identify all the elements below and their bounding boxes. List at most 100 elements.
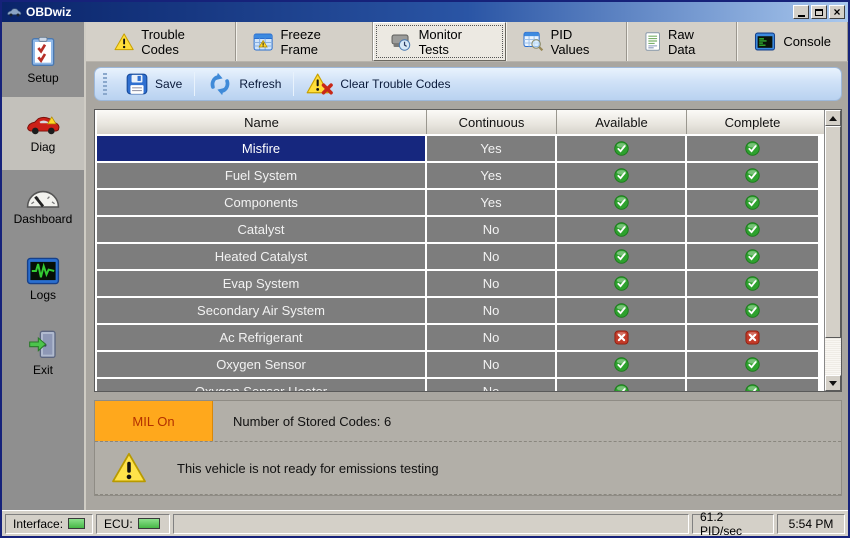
cell-available	[557, 163, 685, 188]
tab-trouble-codes[interactable]: Trouble Codes	[98, 22, 236, 61]
sidebar-item-label: Diag	[31, 140, 56, 154]
cell-name: Evap System	[97, 271, 425, 296]
save-button[interactable]: Save	[113, 70, 194, 98]
sidebar-item-label: Dashboard	[14, 212, 73, 226]
tab-pid-values[interactable]: PID Values	[506, 22, 626, 61]
toolbar: Save Refresh	[94, 67, 842, 101]
toolbar-button-label: Save	[155, 77, 182, 91]
maximize-button[interactable]	[811, 5, 827, 19]
table-row[interactable]: Misfire Yes	[97, 136, 824, 161]
cell-complete	[687, 271, 818, 296]
mil-status-badge: MIL On	[95, 401, 213, 441]
cell-continuous: Yes	[427, 136, 555, 161]
cell-name: Oxygen Sensor	[97, 352, 425, 377]
cell-name: Misfire	[97, 136, 425, 161]
cell-complete	[687, 217, 818, 242]
setup-icon	[28, 36, 58, 68]
tab-raw-data[interactable]: Raw Data	[627, 22, 738, 61]
cell-available	[557, 379, 685, 391]
pass-check-icon	[745, 222, 760, 237]
scrollbar-track[interactable]	[825, 338, 841, 375]
scroll-up-button[interactable]	[825, 110, 841, 126]
stored-codes-text: Number of Stored Codes: 6	[213, 401, 391, 441]
cell-complete	[687, 190, 818, 215]
pass-check-icon	[745, 357, 760, 372]
cell-continuous: Yes	[427, 163, 555, 188]
pass-check-icon	[614, 384, 629, 391]
pass-check-icon	[614, 222, 629, 237]
pass-check-icon	[614, 276, 629, 291]
exit-door-icon	[27, 328, 59, 360]
cell-available	[557, 352, 685, 377]
tabbar: Trouble Codes Freeze Frame	[86, 22, 848, 62]
mil-status-row: MIL On Number of Stored Codes: 6	[95, 401, 841, 442]
cell-available	[557, 244, 685, 269]
sidebar-item-dashboard[interactable]: Dashboard	[2, 170, 84, 243]
sidebar-item-exit[interactable]: Exit	[2, 316, 84, 389]
cell-complete	[687, 136, 818, 161]
cell-name: Secondary Air System	[97, 298, 425, 323]
table-header-row: Name Continuous Available Complete	[97, 110, 824, 134]
freeze-frame-icon	[253, 32, 273, 52]
scrollbar-thumb[interactable]	[825, 126, 841, 338]
table-row[interactable]: Ac Refrigerant No	[97, 325, 824, 350]
refresh-button[interactable]: Refresh	[195, 70, 293, 98]
table-row[interactable]: Fuel System Yes	[97, 163, 824, 188]
cell-available	[557, 190, 685, 215]
table-row[interactable]: Catalyst No	[97, 217, 824, 242]
pid-rate-text: 61.2 PID/sec	[700, 510, 766, 538]
console-icon	[754, 32, 776, 51]
table-row[interactable]: Components Yes	[97, 190, 824, 215]
diag-car-icon	[24, 113, 62, 137]
readiness-warning-row: This vehicle is not ready for emissions …	[95, 442, 841, 495]
pass-check-icon	[614, 141, 629, 156]
toolbar-grip[interactable]	[103, 73, 107, 95]
tab-label: Monitor Tests	[419, 27, 490, 57]
clear-trouble-codes-button[interactable]: Clear Trouble Codes	[294, 70, 462, 98]
table-row[interactable]: Secondary Air System No	[97, 298, 824, 323]
fail-x-icon	[614, 330, 629, 345]
vertical-scrollbar[interactable]	[824, 110, 841, 391]
column-header-available[interactable]: Available	[557, 110, 687, 134]
scroll-down-button[interactable]	[825, 375, 841, 391]
sidebar-item-setup[interactable]: Setup	[2, 24, 84, 97]
cell-available	[557, 136, 685, 161]
clock-text: 5:54 PM	[789, 517, 834, 531]
close-icon: ×	[833, 6, 840, 18]
titlebar: OBDwiz ×	[2, 2, 848, 22]
window-title: OBDwiz	[26, 5, 791, 19]
monitor-tests-icon	[390, 32, 412, 52]
table-row[interactable]: Heated Catalyst No	[97, 244, 824, 269]
fail-x-icon	[745, 330, 760, 345]
cell-continuous: No	[427, 271, 555, 296]
column-header-continuous[interactable]: Continuous	[427, 110, 557, 134]
cell-continuous: No	[427, 217, 555, 242]
minimize-button[interactable]	[793, 5, 809, 19]
interface-label: Interface:	[13, 517, 63, 531]
emissions-status-panel: MIL On Number of Stored Codes: 6 This ve…	[94, 400, 842, 496]
tab-monitor-tests[interactable]: Monitor Tests	[373, 22, 507, 61]
tab-console[interactable]: Console	[737, 22, 848, 61]
table-row[interactable]: Oxygen Sensor No	[97, 352, 824, 377]
cell-name: Heated Catalyst	[97, 244, 425, 269]
table-row[interactable]: Oxygen Sensor Heater No	[97, 379, 824, 391]
tab-freeze-frame[interactable]: Freeze Frame	[236, 22, 372, 61]
column-header-complete[interactable]: Complete	[687, 110, 818, 134]
sidebar-item-logs[interactable]: Logs	[2, 243, 84, 316]
refresh-icon	[207, 71, 233, 97]
minimize-icon	[798, 15, 805, 17]
save-icon	[125, 72, 149, 96]
table-row[interactable]: Evap System No	[97, 271, 824, 296]
maximize-icon	[815, 9, 823, 16]
sidebar-item-diag[interactable]: Diag	[2, 97, 84, 170]
pass-check-icon	[745, 303, 760, 318]
close-button[interactable]: ×	[829, 5, 845, 19]
cell-available	[557, 271, 685, 296]
cell-continuous: No	[427, 379, 555, 391]
pass-check-icon	[614, 303, 629, 318]
tab-label: Trouble Codes	[141, 27, 219, 57]
toolbar-button-label: Clear Trouble Codes	[340, 77, 450, 91]
column-header-name[interactable]: Name	[97, 110, 427, 134]
scroll-up-icon	[829, 116, 837, 121]
pass-check-icon	[745, 249, 760, 264]
